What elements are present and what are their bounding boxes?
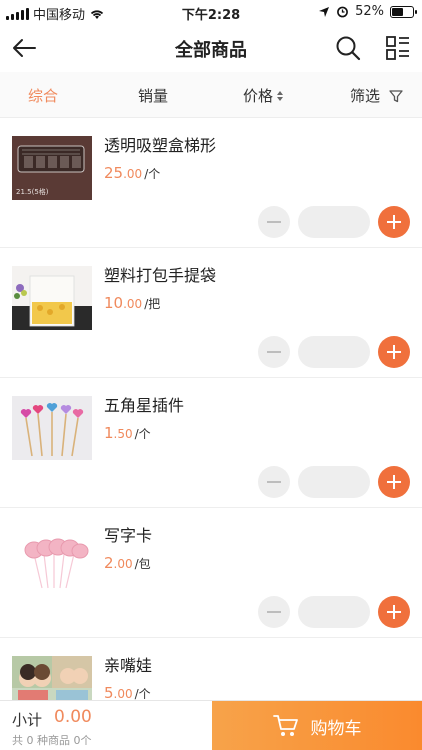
- price-integer: 1: [104, 424, 114, 442]
- price-integer: 25: [104, 164, 124, 182]
- filter-sales[interactable]: 销量: [138, 85, 168, 106]
- increase-button[interactable]: [378, 206, 410, 238]
- cart-summary: 共 0 种商品 0个: [12, 734, 92, 747]
- quantity-field[interactable]: [298, 336, 370, 368]
- nav-bar: 全部商品: [0, 24, 422, 72]
- cart-button-label: 购物车: [310, 718, 362, 739]
- filter-sales-label: 销量: [138, 87, 169, 105]
- status-right: 52%: [318, 4, 417, 19]
- price-unit: /个: [144, 167, 161, 181]
- quantity-field[interactable]: [298, 466, 370, 498]
- subtotal-value: 0.00: [54, 707, 92, 727]
- increase-button[interactable]: [378, 596, 410, 628]
- product-image: [12, 266, 92, 330]
- product-price: 5.00/个: [104, 684, 151, 700]
- product-item[interactable]: 亲嘴娃 5.00/个: [0, 638, 422, 700]
- price-unit: /包: [134, 557, 151, 571]
- quantity-field[interactable]: [298, 596, 370, 628]
- price-unit: /个: [134, 427, 151, 441]
- cart-icon: [272, 715, 298, 736]
- product-name: 透明吸塑盒梯形: [104, 136, 217, 155]
- product-list: 21.5(5格) 透明吸塑盒梯形 25.00/个 塑料打包手提袋 10.00/把: [0, 118, 422, 700]
- price-decimal: .00: [113, 687, 133, 700]
- product-name: 五角星插件: [104, 396, 185, 415]
- product-image: [12, 526, 92, 590]
- cart-bar: 小计 0.00 共 0 种商品 0个 购物车: [0, 700, 422, 750]
- filter-comprehensive[interactable]: 综合: [28, 85, 58, 106]
- product-name: 塑料打包手提袋: [104, 266, 217, 285]
- product-name: 写字卡: [104, 526, 153, 545]
- increase-button[interactable]: [378, 336, 410, 368]
- product-image: [12, 656, 92, 700]
- price-decimal: .50: [113, 427, 133, 441]
- product-price: 10.00/把: [104, 294, 160, 312]
- product-item[interactable]: 五角星插件 1.50/个: [0, 378, 422, 508]
- price-decimal: .00: [123, 297, 143, 311]
- cart-button[interactable]: 购物车: [212, 701, 422, 750]
- filter-price[interactable]: 价格: [243, 85, 284, 106]
- filter-price-label: 价格: [243, 87, 274, 105]
- subtotal-label: 小计: [12, 711, 43, 729]
- funnel-icon: [389, 89, 403, 102]
- price-integer: 5: [104, 684, 114, 700]
- search-icon[interactable]: [334, 34, 362, 62]
- product-price: 2.00/包: [104, 554, 151, 572]
- alarm-icon: [337, 6, 348, 18]
- location-arrow-icon: [319, 6, 330, 17]
- product-image: 21.5(5格): [12, 136, 92, 200]
- filter-filter[interactable]: 筛选: [350, 85, 403, 106]
- price-decimal: .00: [113, 557, 133, 571]
- decrease-button[interactable]: [258, 596, 290, 628]
- battery-icon: [390, 5, 417, 18]
- price-decimal: .00: [123, 167, 143, 181]
- product-price: 1.50/个: [104, 424, 151, 442]
- sort-arrows-icon: [277, 90, 284, 101]
- price-unit: /个: [134, 687, 151, 700]
- product-price: 25.00/个: [104, 164, 160, 182]
- product-item[interactable]: 写字卡 2.00/包: [0, 508, 422, 638]
- filter-comprehensive-label: 综合: [28, 87, 59, 105]
- increase-button[interactable]: [378, 466, 410, 498]
- product-item[interactable]: 21.5(5格) 透明吸塑盒梯形 25.00/个: [0, 118, 422, 248]
- price-integer: 10: [104, 294, 124, 312]
- decrease-button[interactable]: [258, 206, 290, 238]
- quantity-field[interactable]: [298, 206, 370, 238]
- price-unit: /把: [144, 297, 161, 311]
- filter-filter-label: 筛选: [350, 87, 381, 105]
- decrease-button[interactable]: [258, 336, 290, 368]
- status-bar: 中国移动 下午2:28 52%: [0, 0, 422, 24]
- battery-percent: 52%: [355, 4, 384, 19]
- grid-list-icon[interactable]: [384, 34, 412, 62]
- product-item[interactable]: 塑料打包手提袋 10.00/把: [0, 248, 422, 378]
- product-image: [12, 396, 92, 460]
- decrease-button[interactable]: [258, 466, 290, 498]
- price-integer: 2: [104, 554, 114, 572]
- svg-text:21.5(5格): 21.5(5格): [16, 187, 49, 196]
- product-name: 亲嘴娃: [104, 656, 153, 675]
- filter-bar: 综合 销量 价格 筛选: [0, 72, 422, 118]
